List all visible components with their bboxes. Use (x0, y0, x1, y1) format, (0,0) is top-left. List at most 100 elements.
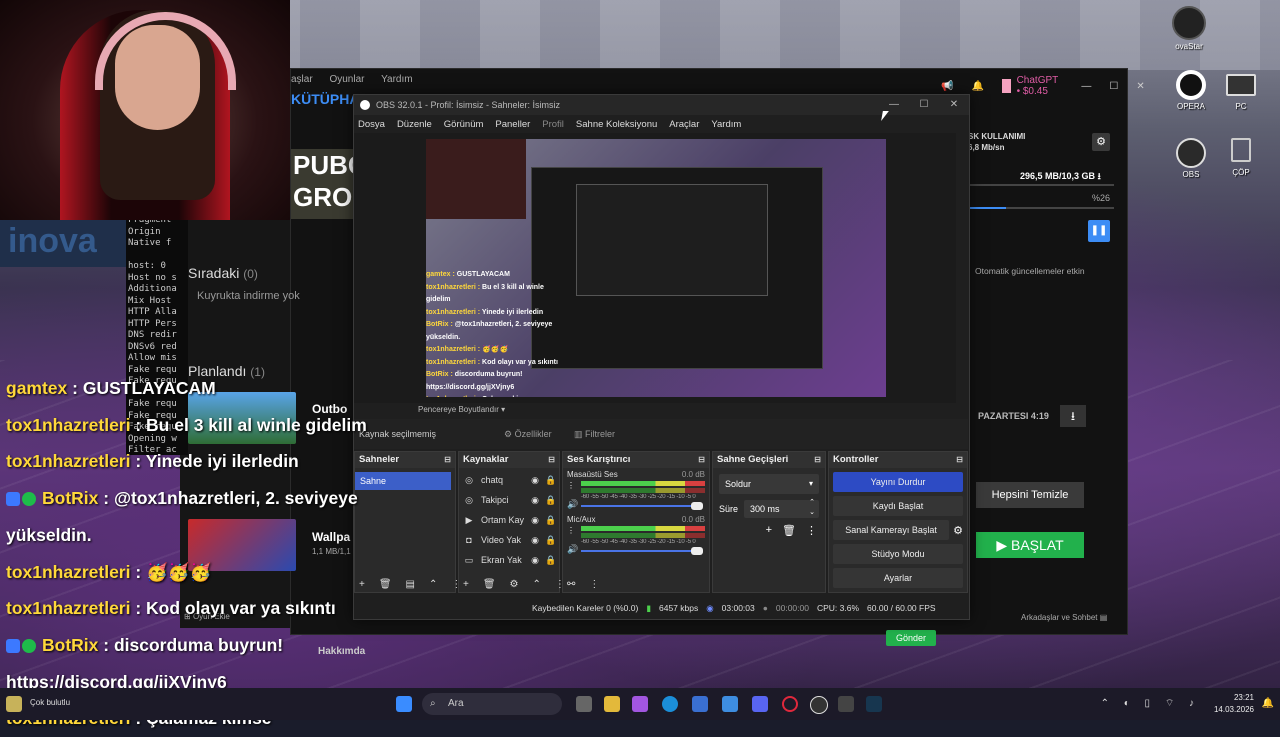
clear-all-button[interactable]: Hepsini Temizle (976, 482, 1084, 508)
discord-icon[interactable] (752, 696, 768, 712)
menu-file[interactable]: Dosya (358, 119, 385, 130)
maximize-icon[interactable]: ☐ (1109, 81, 1118, 92)
lock-icon[interactable]: 🔒 (543, 490, 559, 510)
preview-scrollbar[interactable] (944, 133, 954, 403)
menu-docks[interactable]: Paneller (495, 119, 530, 130)
obs-title: OBS 32.0.1 - Profil: İsimsiz - Sahneler:… (376, 100, 561, 110)
menu-edit[interactable]: Düzenle (397, 119, 432, 130)
menu-help[interactable]: Yardım (381, 74, 413, 85)
stop-stream-button[interactable]: Yayını Durdur (833, 472, 963, 492)
trash-desktop-icon[interactable]: ÇÖP (1216, 138, 1266, 177)
opera-desktop-icon[interactable]: OPERA (1166, 70, 1216, 111)
preview-webcam (426, 139, 526, 219)
resize-dropdown[interactable]: Pencereye Boyutlandır ▾ (418, 405, 505, 414)
eye-icon[interactable]: ◉ (527, 510, 543, 530)
source-item[interactable]: ▭ Ekran Yak ◉ 🔒 (459, 550, 559, 570)
eye-icon[interactable]: ◉ (527, 470, 543, 490)
avatar-desktop-icon[interactable]: ovaStar (1164, 6, 1214, 51)
windows-start-icon[interactable] (396, 696, 412, 712)
menu-profile[interactable]: Profil (542, 119, 564, 130)
chat-overlay: gamtex : GUSTLAYACAM tox1nhazretleri : Bu… (6, 370, 426, 737)
more-icon[interactable]: ⋮ (589, 579, 599, 590)
close-icon[interactable]: ✕ (1136, 81, 1144, 92)
start-recording-button[interactable]: Kaydı Başlat (833, 496, 963, 516)
delete-icon[interactable]: 🗑 (483, 579, 496, 590)
source-name: Takipci (481, 495, 509, 505)
megaphone-icon[interactable]: 📢 (941, 81, 953, 92)
profile-avatar[interactable] (1001, 79, 1011, 93)
start-button[interactable]: ▶ BAŞLAT (976, 532, 1084, 558)
chatgpt-tab[interactable]: ChatGPT • $0.45 (1017, 75, 1064, 97)
meter-ticks: -60 -55 -50 -45 -40 -35 -30 -25 -20 -15 … (581, 539, 696, 545)
source-item[interactable]: ▶ Ortam Kay ◉ 🔒 (459, 510, 559, 530)
add-icon[interactable]: + (463, 579, 469, 590)
more-icon[interactable]: ⋮ (567, 481, 575, 490)
source-item[interactable]: ◎ Takipci ◉ 🔒 (459, 490, 559, 510)
app-icon[interactable] (838, 696, 854, 712)
system-tray[interactable]: ⌃ ◐ ▯ ⌔ ♪ (1101, 697, 1200, 710)
obs-preview[interactable]: gamtex : GUSTLAYACAM tox1nhazretleri : Bu… (354, 133, 956, 403)
bell-icon[interactable]: 🔔 (971, 81, 983, 92)
properties-button[interactable]: ⚙ Özellikler (504, 425, 552, 443)
minimize-icon[interactable]: — (1081, 81, 1091, 92)
eye-icon[interactable]: ◉ (527, 530, 543, 550)
move-up-icon[interactable]: ⌃ (533, 579, 541, 590)
task-view-icon[interactable] (576, 696, 592, 712)
delete-icon[interactable]: 🗑 (782, 524, 796, 537)
more-icon[interactable]: ⋮ (806, 524, 817, 537)
settings-button[interactable]: Ayarlar (833, 568, 963, 588)
menu-scene-collection[interactable]: Sahne Koleksiyonu (576, 119, 657, 130)
obs-taskbar-icon[interactable] (810, 696, 828, 714)
obs-desktop-icon[interactable]: OBS (1166, 138, 1216, 179)
maximize-icon[interactable]: ☐ (909, 95, 939, 115)
download-icon[interactable]: ⭳ (1060, 405, 1086, 427)
eye-icon[interactable]: ◉ (527, 490, 543, 510)
source-item[interactable]: ◘ Video Yak ◉ 🔒 (459, 530, 559, 550)
lock-icon[interactable]: 🔒 (543, 470, 559, 490)
menu-friends[interactable]: aşlar (291, 74, 313, 85)
pc-desktop-icon[interactable]: PC (1216, 74, 1266, 111)
lock-icon[interactable]: 🔒 (543, 510, 559, 530)
notification-icon[interactable]: 🔔 (1262, 698, 1274, 709)
edge-icon[interactable] (662, 696, 678, 712)
studio-mode-button[interactable]: Stüdyo Modu (833, 544, 963, 564)
gear-icon[interactable]: ⚙ (1092, 133, 1110, 151)
volume-slider[interactable]: 🔊 (567, 499, 705, 511)
chat-text: GUSTLAYACAM (82, 378, 216, 398)
more-icon[interactable]: ⋮ (567, 526, 575, 535)
file-explorer-icon[interactable] (604, 696, 620, 712)
lock-icon[interactable]: 🔒 (543, 550, 559, 570)
menu-games[interactable]: Oyunlar (329, 74, 364, 85)
friends-chat-link[interactable]: Arkadaşlar ve Sohbet ▤ (1021, 613, 1107, 622)
duration-input[interactable]: 300 ms ⌃ ⌄ (744, 499, 819, 518)
eye-icon[interactable]: ◉ (527, 550, 543, 570)
store-icon[interactable] (692, 696, 708, 712)
weather-icon[interactable] (6, 696, 22, 712)
copilot-icon[interactable] (632, 696, 648, 712)
clock[interactable]: 23:21 14.03.2026 (1214, 692, 1254, 716)
taskbar-search[interactable]: ⌕ Ara (422, 693, 562, 715)
gear-icon[interactable]: ⚙ (510, 579, 519, 590)
menu-view[interactable]: Görünüm (444, 119, 484, 130)
transition-select[interactable]: Soldur ▾ (719, 474, 819, 494)
pause-button[interactable]: ❚❚ (1088, 220, 1110, 242)
filters-button[interactable]: ▥ Filtreler (574, 425, 615, 443)
steam-icon[interactable] (866, 696, 882, 712)
lock-icon[interactable]: 🔒 (543, 530, 559, 550)
add-icon[interactable]: + (766, 524, 772, 537)
source-item[interactable]: ◎ chatq ◉ 🔒 (459, 470, 559, 490)
link-icon[interactable]: ⚯ (567, 579, 575, 590)
menu-help[interactable]: Yardım (711, 119, 741, 130)
virtual-cam-row: Sanal Kamerayı Başlat ⚙ (833, 520, 963, 540)
volume-slider[interactable]: 🔊 (567, 544, 705, 556)
start-virtual-camera-button[interactable]: Sanal Kamerayı Başlat (833, 520, 950, 540)
stream-time: 03:00:03 (721, 603, 755, 613)
move-up-icon[interactable]: ⌃ (429, 579, 437, 590)
send-button[interactable]: Gönder (886, 630, 936, 646)
menu-tools[interactable]: Araçlar (669, 119, 699, 130)
console-line: Native f (128, 238, 172, 248)
settings-app-icon[interactable] (722, 696, 738, 712)
close-icon[interactable]: ✕ (939, 95, 969, 115)
gear-icon[interactable]: ⚙ (953, 524, 963, 537)
opera-taskbar-icon[interactable] (782, 696, 798, 712)
